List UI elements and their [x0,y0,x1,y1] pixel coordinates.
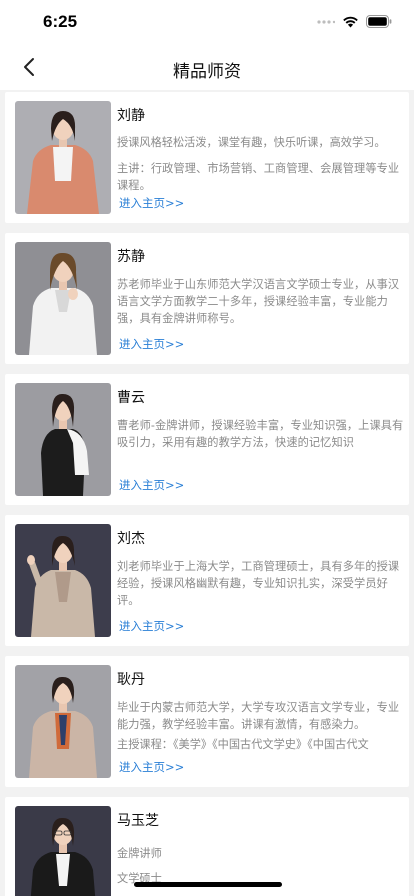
teacher-photo-image [15,524,111,637]
teacher-photo-image [15,665,111,778]
enter-homepage-link[interactable]: 进入主页>> [119,477,184,493]
teacher-card[interactable]: 耿丹 毕业于内蒙古师范大学，大学专攻汉语言文学专业，专业能力强，教学经验丰富。讲… [5,656,409,787]
teacher-photo [15,524,111,637]
teacher-description: 苏老师毕业于山东师范大学汉语言文学硕士专业，从事汉语言文学方面教学二十多年，授课… [117,278,400,325]
teacher-card[interactable]: 苏静 苏老师毕业于山东师范大学汉语言文学硕士专业，从事汉语言文学方面教学二十多年… [5,233,409,364]
enter-homepage-link[interactable]: 进入主页>> [119,618,184,634]
teacher-card[interactable]: 刘杰 刘老师毕业于上海大学，工商管理硕士，具有多年的授课经验，授课风格幽默有趣，… [5,515,409,646]
teacher-courses: 主讲：行政管理、市场营销、工商管理、会展管理等专业课程。 [117,162,400,192]
teacher-list: 刘静 授课风格轻松活泼，课堂有趣，快乐听课，高效学习。 主讲：行政管理、市场营销… [0,90,414,896]
teacher-photo-image [15,806,111,896]
enter-homepage-link[interactable]: 进入主页>> [119,759,184,775]
status-time: 6:25 [43,12,78,31]
teacher-description: 曹老师-金牌讲师，授课经验丰富，专业知识强，上课具有吸引力，采用有趣的教学方法，… [117,419,404,449]
teacher-name: 苏静 [117,249,145,265]
teacher-name: 耿丹 [117,672,145,688]
teacher-title: 金牌讲师 [117,847,162,860]
teacher-description: 刘老师毕业于上海大学，工商管理硕士，具有多年的授课经验，授课风格幽默有趣，专业知… [117,560,400,607]
teacher-photo [15,101,111,214]
wifi-icon [342,13,359,32]
home-indicator[interactable] [134,882,282,887]
teacher-photo [15,665,111,778]
teacher-card[interactable]: 刘静 授课风格轻松活泼，课堂有趣，快乐听课，高效学习。 主讲：行政管理、市场营销… [5,92,409,223]
teacher-name: 马玉芝 [117,813,159,829]
battery-icon [366,13,392,32]
status-bar: 6:25 [0,0,414,46]
teacher-name: 曹云 [117,390,145,406]
teacher-courses: 主授课程：《美学》《中国古代文学史》《中国古代文 [117,738,369,751]
status-icons [317,14,392,30]
teacher-name: 刘杰 [117,531,145,547]
page-title: 精品师资 [173,62,241,82]
teacher-photo-image [15,242,111,355]
teacher-photo [15,383,111,496]
teacher-photo-image [15,383,111,496]
teacher-photo [15,806,111,896]
enter-homepage-link[interactable]: 进入主页>> [119,336,184,352]
signal-icon [317,13,336,32]
teacher-card[interactable]: 曹云 曹老师-金牌讲师，授课经验丰富，专业知识强，上课具有吸引力，采用有趣的教学… [5,374,409,505]
teacher-description: 毕业于内蒙古师范大学，大学专攻汉语言文学专业，专业能力强，教学经验丰富。讲课有激… [117,701,400,731]
teacher-description: 授课风格轻松活泼，课堂有趣，快乐听课，高效学习。 [117,136,386,149]
teacher-photo-image [15,101,111,214]
teacher-name: 刘静 [117,108,145,124]
enter-homepage-link[interactable]: 进入主页>> [119,195,184,211]
teacher-photo [15,242,111,355]
nav-bar: 精品师资 [0,46,414,90]
